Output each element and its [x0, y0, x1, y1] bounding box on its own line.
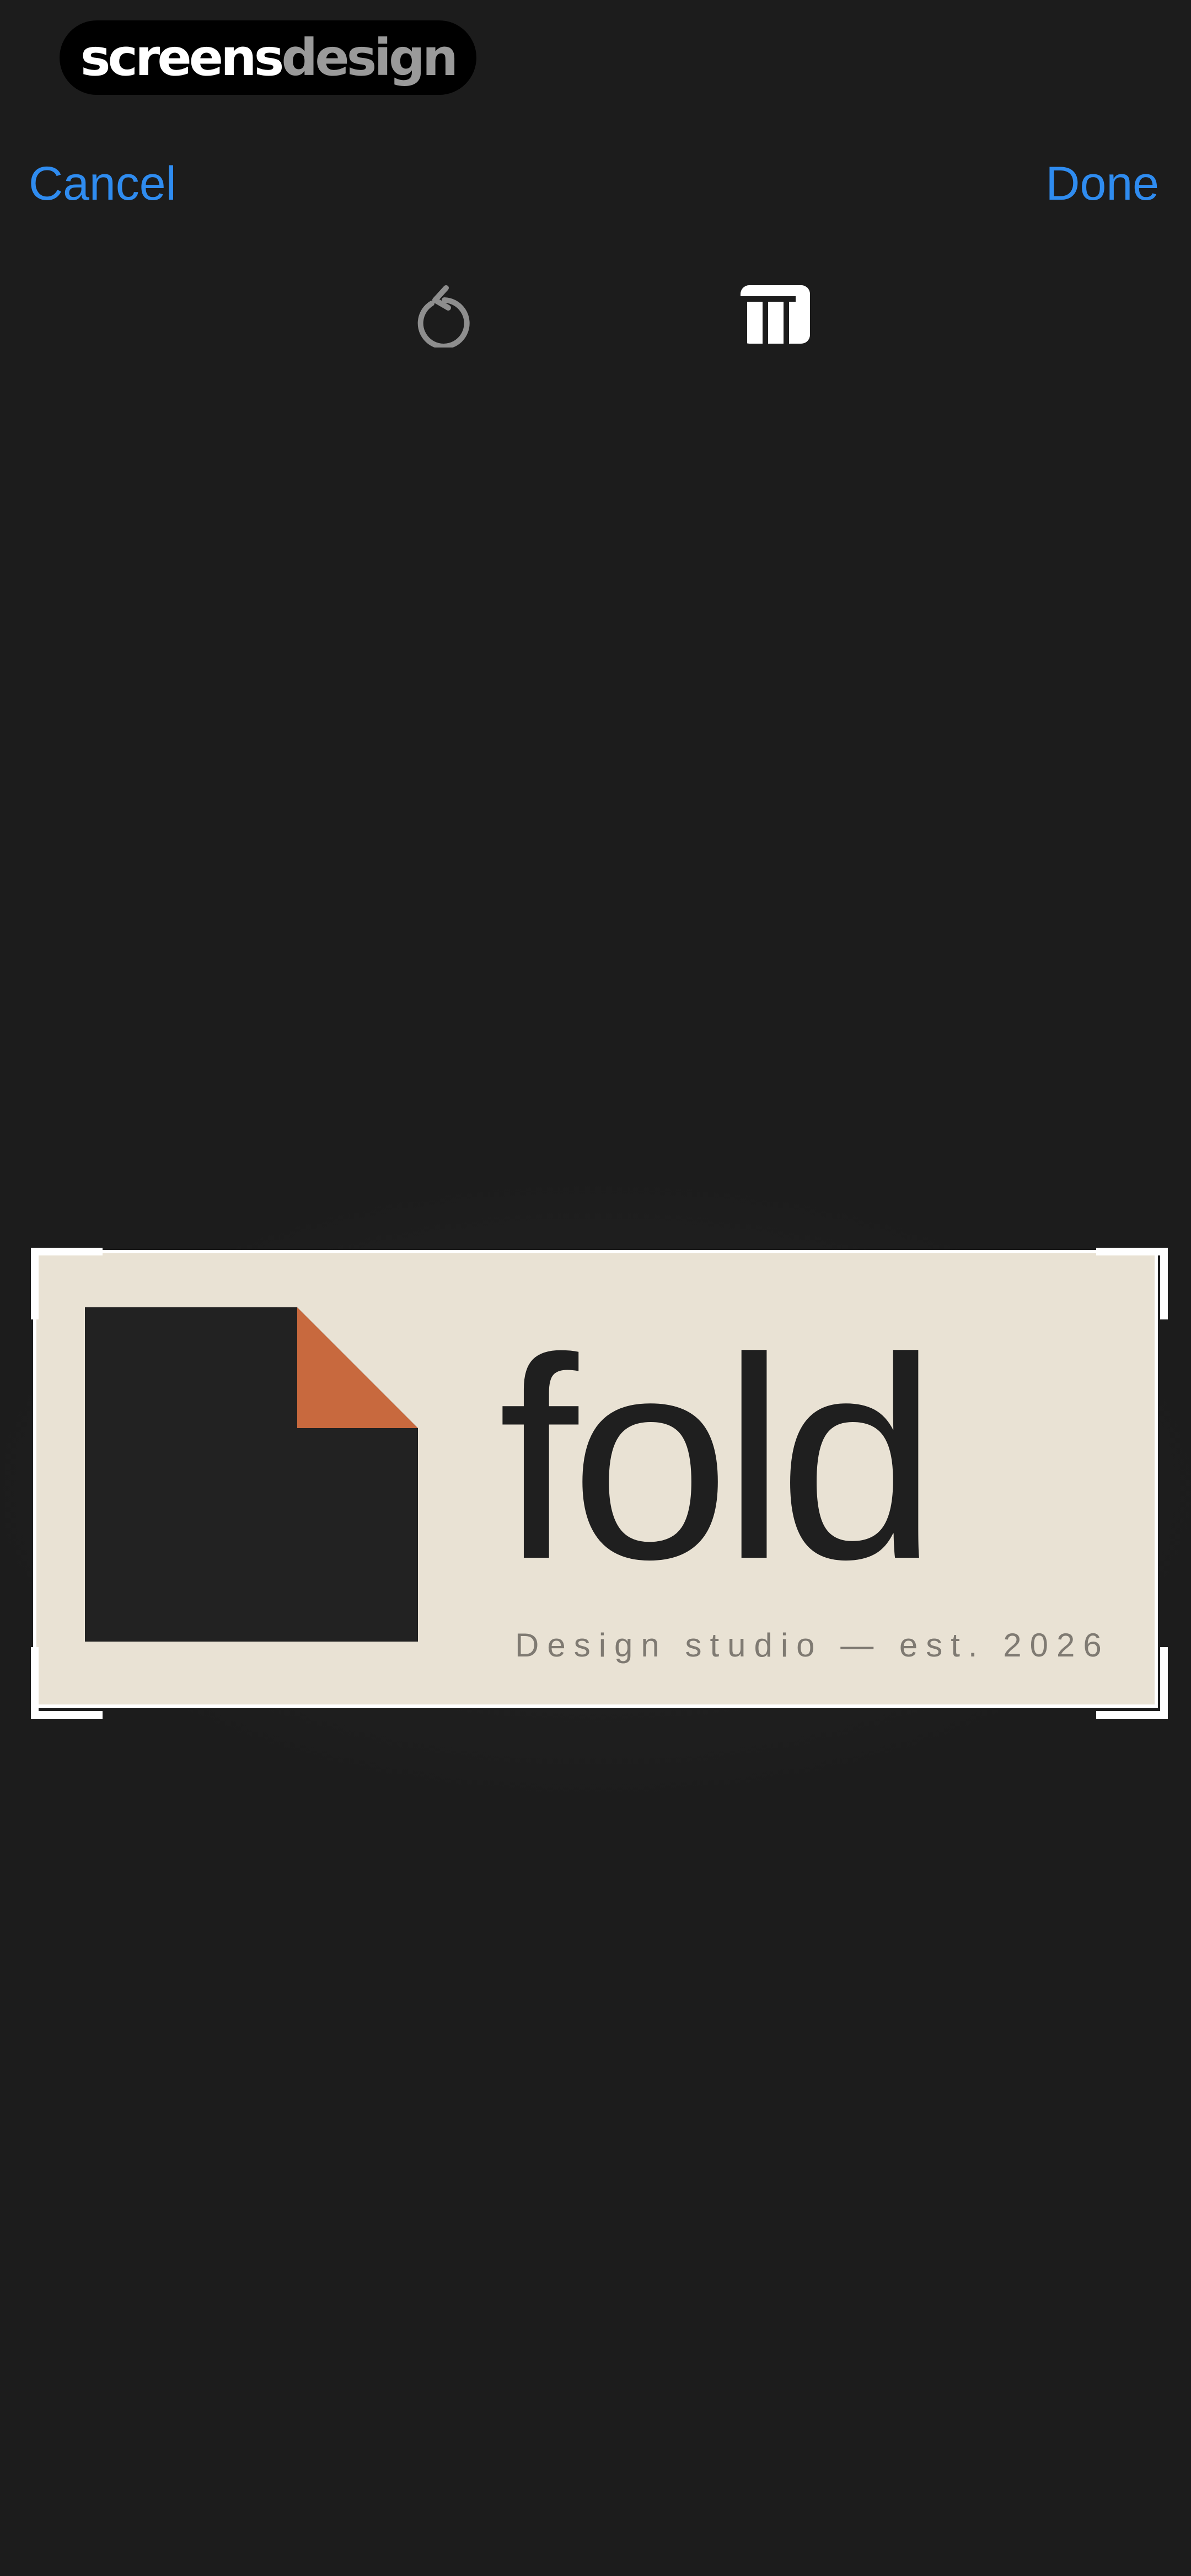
aspect-ratio-icon [741, 285, 810, 345]
crop-handle-top-right[interactable] [1096, 1248, 1168, 1319]
crop-handle-bottom-right[interactable] [1096, 1647, 1168, 1719]
logo-tagline: Design studio — est. 2026 [515, 1627, 1110, 1664]
rotate-left-icon [417, 285, 470, 348]
crop-image[interactable]: fold Design studio — est. 2026 [36, 1253, 1155, 1704]
rotate-button[interactable] [406, 276, 483, 353]
done-button[interactable]: Done [1045, 160, 1159, 207]
crop-handle-top-left[interactable] [31, 1248, 103, 1319]
logo-fold-corner [297, 1307, 418, 1428]
crop-editor-screen: screens design Cancel Done fold Design st… [0, 0, 1191, 2576]
crop-handle-bottom-left[interactable] [31, 1647, 103, 1719]
watermark-part-screens: screens [80, 28, 285, 87]
aspect-ratio-button[interactable] [737, 276, 814, 353]
cancel-button[interactable]: Cancel [29, 160, 176, 207]
screensdesign-watermark: screens design [60, 20, 476, 95]
watermark-part-design: design [281, 28, 458, 87]
logo-wordmark: fold [498, 1298, 937, 1619]
